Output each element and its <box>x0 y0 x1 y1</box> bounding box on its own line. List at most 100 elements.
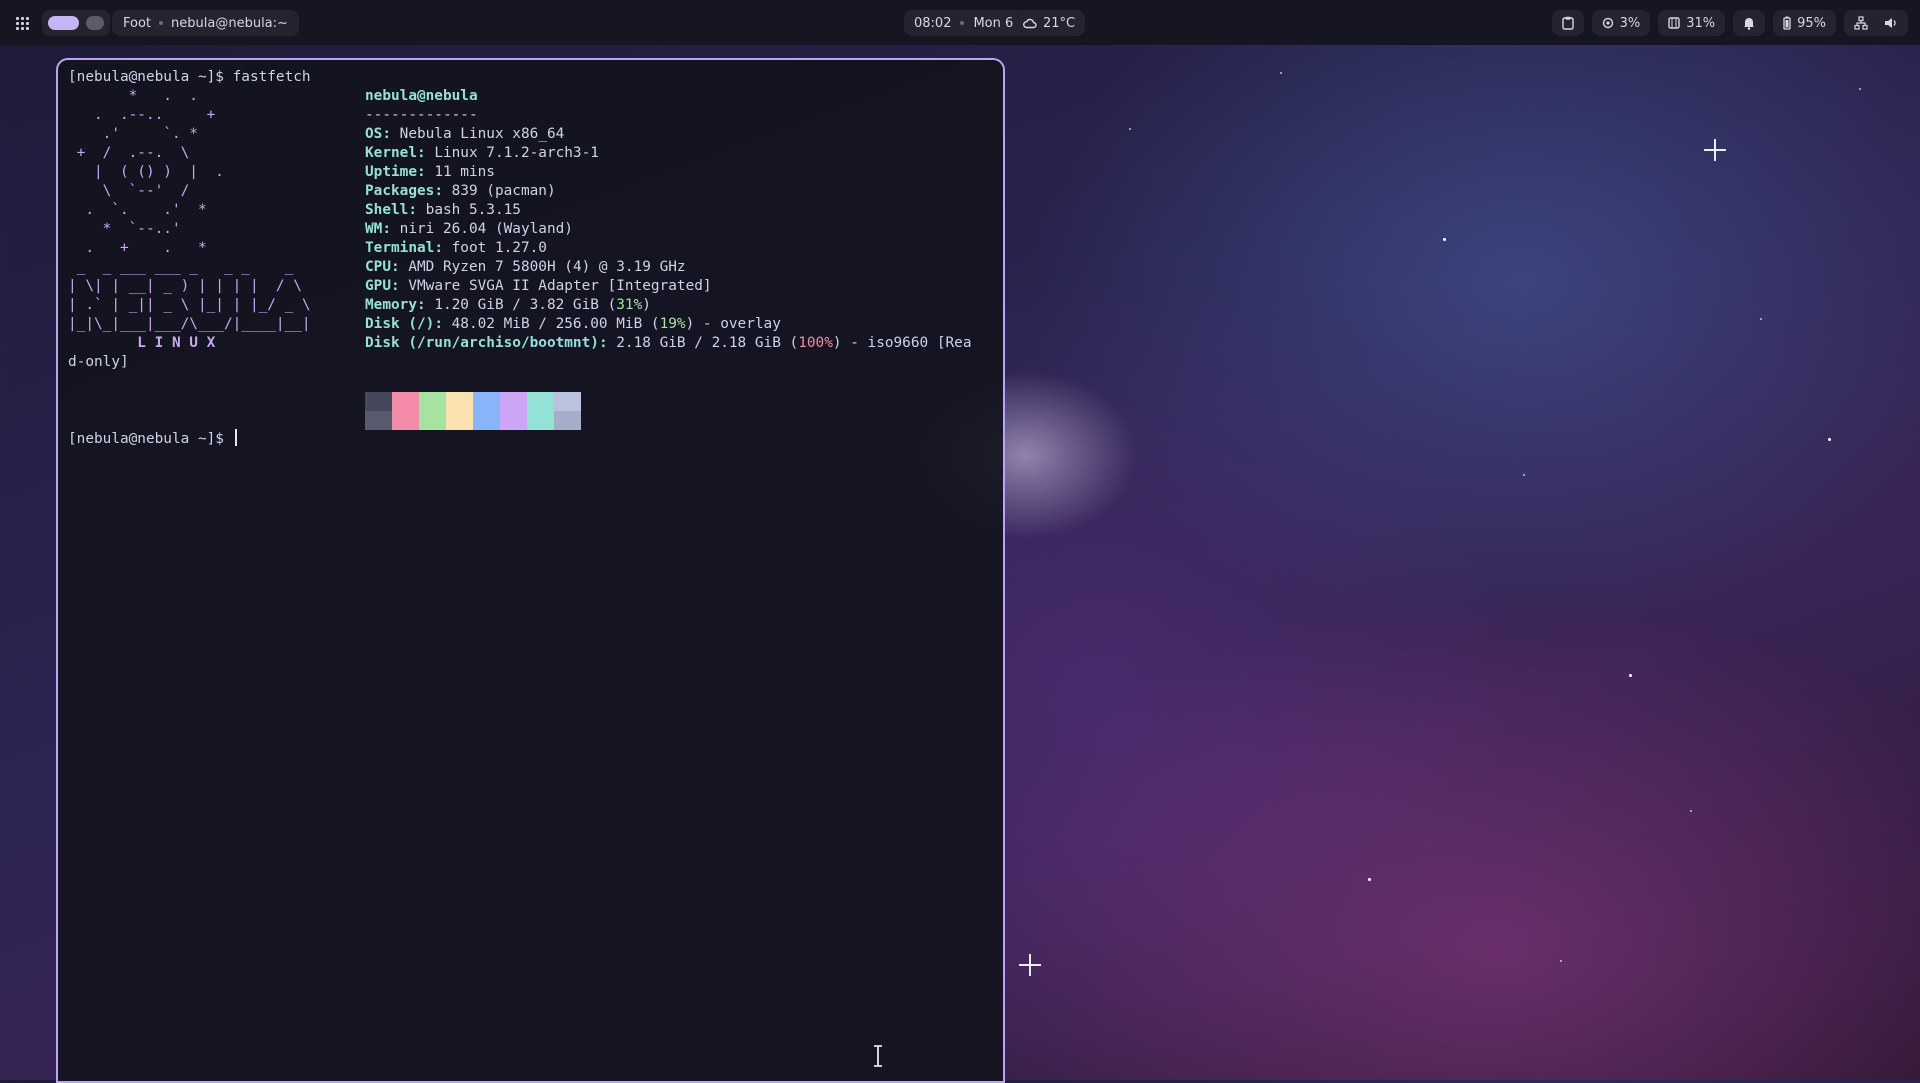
info-key: Uptime <box>365 164 417 180</box>
clock[interactable]: 08:02 Mon 6 <box>904 10 1024 36</box>
palette-swatch <box>527 392 554 411</box>
info-value: 2.18 GiB / 2.18 GiB ( <box>616 335 799 351</box>
info-value: ) <box>642 297 651 313</box>
prompt: [nebula@nebula ~]$ <box>68 431 224 447</box>
logo-line: + / .--. \ <box>68 145 190 161</box>
logo-line: | .` | _|| _ \ |_| | |_/ _ \ <box>68 297 311 313</box>
logo-line: . `. .' * <box>68 202 207 218</box>
info-key: Terminal <box>365 240 435 256</box>
wrapped-output: d-only] <box>68 354 129 370</box>
palette-swatch <box>527 411 554 430</box>
cpu-usage[interactable]: 3% <box>1591 10 1651 36</box>
memory-icon <box>1668 17 1680 29</box>
memory-value: 31% <box>1686 15 1716 31</box>
memory-usage[interactable]: 31% <box>1658 10 1726 36</box>
palette-swatch <box>419 411 446 430</box>
notifications-button[interactable] <box>1733 10 1766 36</box>
logo-line: * `--..' <box>68 221 181 237</box>
info-key: Kernel <box>365 145 417 161</box>
star <box>1629 674 1632 677</box>
logo-line: .' `. * <box>68 126 198 142</box>
palette-swatch <box>500 392 527 411</box>
info-value: VMware SVGA II Adapter [Integrated] <box>408 278 712 294</box>
palette-swatch <box>419 392 446 411</box>
weather-widget[interactable]: 21°C <box>1013 10 1086 36</box>
apps-grid-icon[interactable] <box>13 10 31 36</box>
palette-swatch <box>500 411 527 430</box>
star <box>1690 810 1692 812</box>
separator-dot <box>960 21 965 25</box>
star <box>1368 878 1371 881</box>
info-value: 1.20 GiB / 3.82 GiB ( <box>434 297 617 313</box>
info-key: Disk (/) <box>365 316 435 332</box>
info-value: ) - iso9660 [Rea <box>832 335 972 351</box>
window-title: nebula@nebula:~ <box>171 15 288 31</box>
disk-percent: 19% <box>659 316 686 332</box>
info-value: 839 (pacman) <box>451 183 556 199</box>
palette-swatch <box>473 392 500 411</box>
separator-dot <box>159 21 164 25</box>
memory-percent: 31% <box>616 297 643 313</box>
palette-swatch <box>365 392 392 411</box>
star <box>1280 72 1282 74</box>
battery-status[interactable]: 95% <box>1773 10 1836 36</box>
battery-value: 95% <box>1797 15 1826 31</box>
star <box>1859 88 1861 90</box>
palette-swatch <box>554 392 581 411</box>
star <box>1828 438 1831 441</box>
focused-window-title[interactable]: Foot nebula@nebula:~ <box>112 10 299 36</box>
terminal-window[interactable]: [nebula@nebula ~]$ fastfetch * . . . .--… <box>56 58 1005 1083</box>
command-line: [nebula@nebula ~]$ fastfetch <box>68 69 311 85</box>
clipboard-button[interactable] <box>1551 10 1584 36</box>
palette-swatch <box>473 411 500 430</box>
workspace-2[interactable] <box>86 16 104 30</box>
battery-icon <box>1783 16 1791 30</box>
text-cursor-icon <box>874 1045 882 1067</box>
cpu-icon <box>1602 17 1613 29</box>
info-value: bash 5.3.15 <box>425 202 521 218</box>
info-value: ) - overlay <box>685 316 781 332</box>
cloud-icon <box>1023 18 1037 29</box>
info-value: foot 1.27.0 <box>451 240 547 256</box>
info-value: Nebula Linux x86_64 <box>399 126 565 142</box>
clipboard-icon <box>1561 16 1574 30</box>
sparkle-star <box>1019 954 1041 976</box>
bell-icon <box>1744 18 1755 30</box>
logo-line: \ `--' / <box>68 183 190 199</box>
workspace-1-active[interactable] <box>48 16 79 30</box>
info-row: Uptime: 11 mins <box>365 164 495 180</box>
logo-line: |_|\_|___|___/\___/|____|__| <box>68 316 311 332</box>
date: Mon 6 <box>973 15 1014 31</box>
info-key: Packages <box>365 183 435 199</box>
logo-line: . + . * <box>68 240 207 256</box>
info-row: Packages: 839 (pacman) <box>365 183 556 199</box>
info-title: nebula@nebula <box>365 88 478 104</box>
palette-swatch <box>554 411 581 430</box>
info-row-disk-root: Disk (/): 48.02 MiB / 256.00 MiB (19%) -… <box>365 316 781 332</box>
temperature: 21°C <box>1043 15 1076 31</box>
info-value: AMD Ryzen 7 5800H (4) @ 3.19 GHz <box>408 259 686 275</box>
info-value: 48.02 MiB / 256.00 MiB ( <box>451 316 660 332</box>
logo-line: L I N U X <box>68 335 216 351</box>
star <box>1443 238 1446 241</box>
info-key: GPU <box>365 278 391 294</box>
palette-swatch <box>392 411 419 430</box>
top-bar: Foot nebula@nebula:~ 08:02 Mon 6 21°C 3%… <box>0 0 1920 45</box>
info-row-memory: Memory: 1.20 GiB / 3.82 GiB (31%) <box>365 297 651 313</box>
cpu-value: 3% <box>1619 15 1641 31</box>
logo-line: . .--.. + <box>68 107 216 123</box>
prompt-line[interactable]: [nebula@nebula ~]$ <box>68 429 237 449</box>
volume-icon[interactable] <box>1884 16 1898 30</box>
network-button[interactable] <box>1844 10 1908 36</box>
info-row: OS: Nebula Linux x86_64 <box>365 126 565 142</box>
time: 08:02 <box>914 15 952 31</box>
disk-percent: 100% <box>798 335 833 351</box>
info-key: WM <box>365 221 383 237</box>
network-icon <box>1854 16 1868 30</box>
star <box>1523 474 1525 476</box>
info-row: Shell: bash 5.3.15 <box>365 202 521 218</box>
info-row: Terminal: foot 1.27.0 <box>365 240 547 256</box>
info-row: GPU: VMware SVGA II Adapter [Integrated] <box>365 278 712 294</box>
info-row: WM: niri 26.04 (Wayland) <box>365 221 573 237</box>
info-key: Disk (/run/archiso/bootmnt) <box>365 335 599 351</box>
